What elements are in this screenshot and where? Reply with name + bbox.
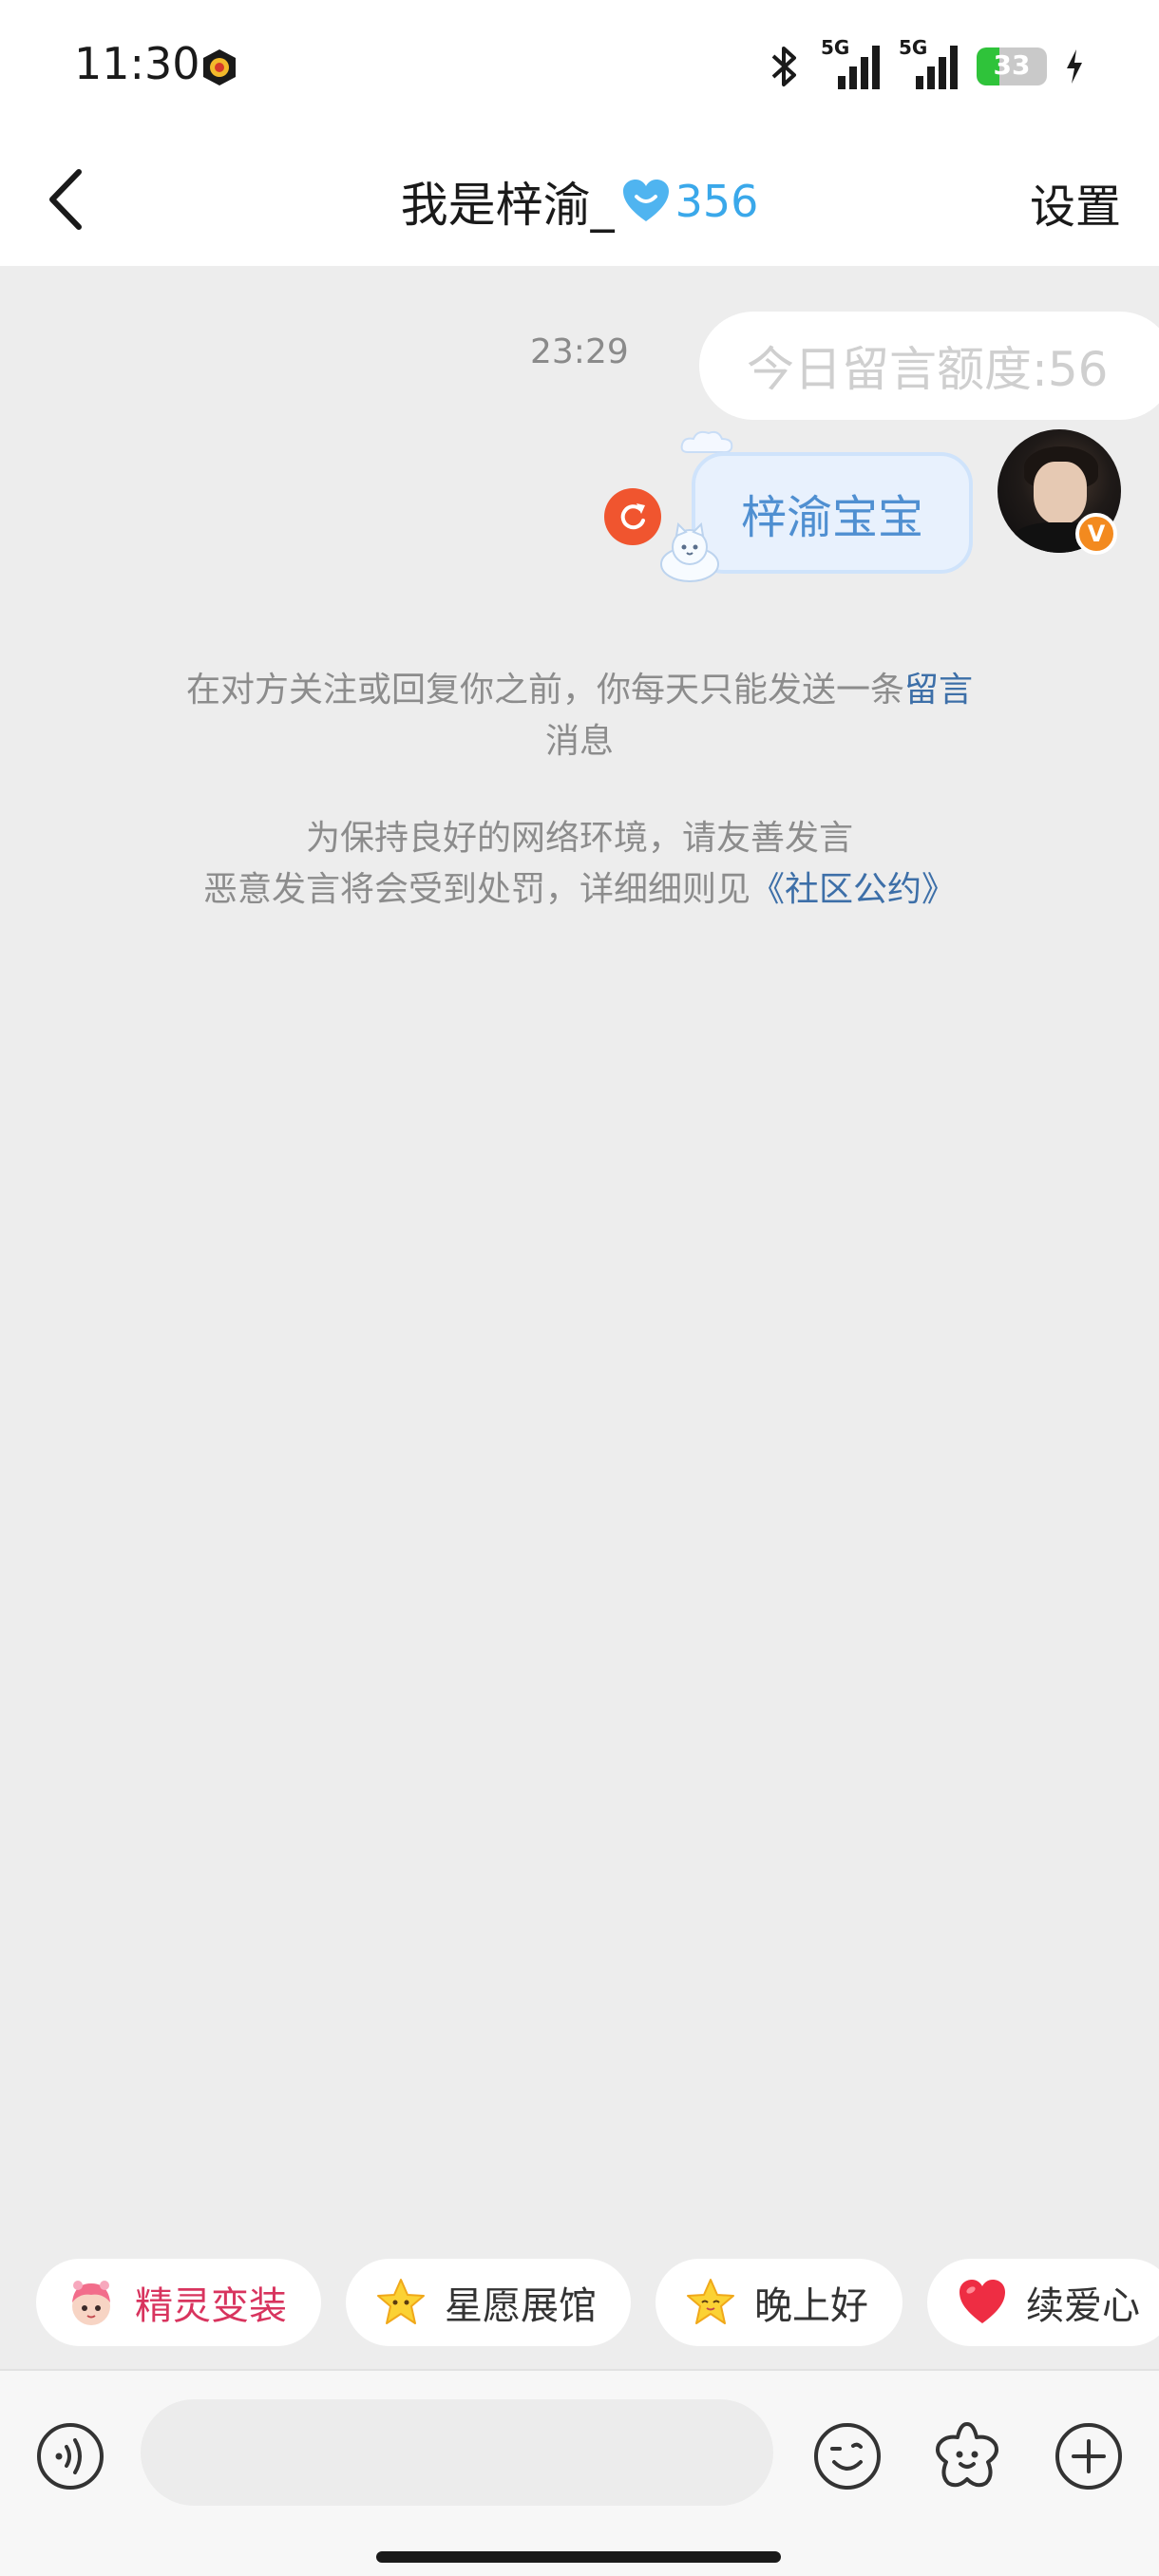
plus-icon [1055,2423,1122,2490]
star-face-icon [684,2276,737,2329]
chip-continue-heart[interactable]: 续爱心 [927,2259,1159,2346]
nav-title-area: 我是梓渝_ 356 [0,167,1159,236]
leave-message-link[interactable]: 留言 [904,671,973,710]
sticker-button[interactable] [929,2418,1005,2494]
contact-name: 我是梓渝_ [400,178,615,233]
quota-text: 今日留言额度:56 [747,342,1109,397]
cat-decoration-icon [660,522,719,582]
message-input[interactable] [141,2399,773,2506]
emoji-button[interactable] [809,2418,885,2494]
chip-good-evening[interactable]: 晚上好 [656,2259,902,2346]
notice-civility: 为保持良好的网络环境，请友善发言 恶意发言将会受到处罚，详细细则见《社区公约》 [0,813,1159,916]
community-rules-link[interactable]: 《社区公约》 [750,870,956,909]
message-text: 梓渝宝宝 [740,491,923,544]
message-row: 梓渝宝宝 V [0,427,1159,598]
intimacy-badge: 356 [620,176,759,227]
status-icons: 5G 5G 33 [766,36,1085,95]
chat-area[interactable]: 23:29 今日留言额度:56 梓渝宝宝 V 在对方关注或回复你之前，你每天只能… [0,266,1159,2365]
notice-limit-text: 在对方关注或回复你之前，你每天只能发送一条 [185,671,904,710]
chip-label: 精灵变装 [135,2284,287,2328]
blue-heart-icon [622,180,669,221]
settings-button[interactable]: 设置 [1030,169,1121,236]
signal-1-icon: 5G [821,36,882,93]
refresh-icon [620,503,645,530]
chip-wish-gallery[interactable]: 星愿展馆 [346,2259,631,2346]
sticker-icon [936,2422,998,2488]
notice-limit-suffix: 消息 [544,722,614,761]
signal-2-icon: 5G [899,36,960,93]
app-notification-icon [203,49,236,85]
sprite-icon [65,2276,118,2329]
status-time: 11:30 [74,38,200,89]
voice-icon [37,2423,104,2490]
resend-button[interactable] [604,488,661,545]
daily-quota-pill: 今日留言额度:56 [699,312,1159,420]
battery-icon: 33 [977,47,1047,85]
quick-chip-row[interactable]: 精灵变装 星愿展馆 晚上好 续爱心 [36,2259,1159,2346]
home-indicator[interactable] [376,2551,781,2563]
emoji-icon [814,2423,881,2490]
heart-icon [956,2276,1009,2329]
input-bar [0,2369,1159,2576]
notice-penalty-text: 恶意发言将会受到处罚，详细细则见 [202,870,750,909]
notice-civility-text: 为保持良好的网络环境，请友善发言 [305,819,853,858]
charging-icon [1067,49,1082,84]
verified-badge: V [1075,513,1117,555]
nav-bar: 我是梓渝_ 356 设置 [0,133,1159,266]
chip-label: 续爱心 [1026,2284,1140,2328]
notice-limit: 在对方关注或回复你之前，你每天只能发送一条留言 消息 [0,665,1159,767]
chip-sprite-dressup[interactable]: 精灵变装 [36,2259,321,2346]
star-icon [374,2276,428,2329]
bluetooth-icon [771,47,796,86]
more-button[interactable] [1051,2418,1127,2494]
battery-level: 33 [993,49,1031,81]
avatar-face [1034,462,1087,524]
conversation-title[interactable]: 我是梓渝_ 356 [401,167,759,236]
message-timestamp: 23:29 [530,332,629,371]
chip-label: 星愿展馆 [445,2284,597,2328]
voice-button[interactable] [32,2418,108,2494]
chip-label: 晚上好 [754,2284,868,2328]
intimacy-count: 356 [674,176,759,227]
status-bar: 11:30 5G 5G 33 [0,0,1159,133]
message-bubble[interactable]: 梓渝宝宝 [692,452,973,574]
